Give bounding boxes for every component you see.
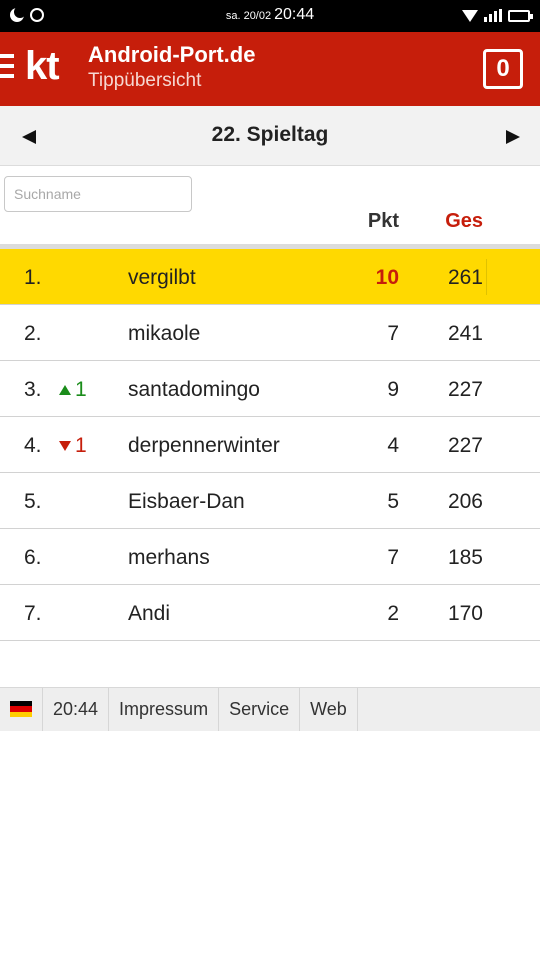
status-time: 20:44 [274, 6, 315, 23]
status-icons-right [462, 9, 533, 22]
rank-cell: 5. [24, 490, 42, 513]
player-name[interactable]: Eisbaer-Dan [128, 490, 245, 514]
player-name[interactable]: mikaole [128, 322, 200, 346]
trend-indicator: 1 [59, 434, 87, 458]
arrow-down-icon [59, 441, 71, 451]
total-cell: 241 [447, 322, 483, 345]
logo: kt [25, 44, 60, 88]
total-cell: 206 [447, 490, 483, 513]
language-selector[interactable] [0, 688, 43, 731]
total-cell: 185 [447, 546, 483, 569]
points-cell: 10 [375, 266, 399, 289]
total-cell: 227 [447, 434, 483, 457]
column-header-points[interactable]: Pkt [368, 210, 399, 233]
total-cell: 261 [447, 266, 483, 289]
column-header-total[interactable]: Ges [445, 210, 483, 233]
round-navigation: 22. Spieltag [0, 106, 540, 166]
arrow-up-icon [59, 385, 71, 395]
next-round-icon[interactable] [506, 130, 520, 144]
total-cell: 170 [447, 602, 483, 625]
column-divider [486, 259, 487, 295]
footer-link-impressum[interactable]: Impressum [109, 688, 220, 731]
signal-icon [484, 9, 502, 22]
player-name[interactable]: santadomingo [128, 378, 260, 402]
germany-flag-icon [10, 701, 32, 717]
ranking-table: 1. vergilbt 10 261 2. mikaole 7 241 3. 1 santadomi… [0, 249, 540, 641]
table-row[interactable]: 1. vergilbt 10 261 [0, 249, 540, 305]
player-name[interactable]: vergilbt [128, 266, 196, 290]
table-row[interactable]: 4. 1 derpennerwinter 4 227 [0, 417, 540, 473]
points-cell: 7 [387, 546, 399, 569]
search-input[interactable] [4, 176, 192, 212]
player-name[interactable]: merhans [128, 546, 210, 570]
player-name[interactable]: derpennerwinter [128, 434, 280, 458]
page-subtitle: Tippübersicht [88, 70, 202, 91]
table-row[interactable]: 3. 1 santadomingo 9 227 [0, 361, 540, 417]
table-row[interactable]: 5. Eisbaer-Dan 5 206 [0, 473, 540, 529]
rank-cell: 2. [24, 322, 42, 345]
player-name[interactable]: Andi [128, 602, 170, 626]
trend-indicator: 1 [59, 378, 87, 402]
rank-cell: 7. [24, 602, 42, 625]
table-row[interactable]: 7. Andi 2 170 [0, 585, 540, 641]
points-cell: 2 [387, 602, 399, 625]
rank-cell: 3. [24, 378, 42, 401]
points-cell: 7 [387, 322, 399, 345]
table-row[interactable]: 6. merhans 7 185 [0, 529, 540, 585]
points-cell: 4 [387, 434, 399, 457]
rank-cell: 1. [24, 266, 42, 289]
trend-value: 1 [75, 378, 87, 401]
status-date: sa. 20/02 [225, 10, 272, 22]
battery-icon [508, 9, 533, 22]
points-cell: 5 [387, 490, 399, 513]
footer-bar: 20:44 Impressum Service Web [0, 687, 540, 731]
trend-value: 1 [75, 434, 87, 457]
footer-time: 20:44 [43, 688, 110, 731]
status-clock: sa. 20/02 20:44 [0, 6, 540, 24]
round-title: 22. Spieltag [211, 123, 329, 146]
footer-link-service[interactable]: Service [219, 688, 301, 731]
status-bar: sa. 20/02 20:44 [0, 0, 540, 32]
points-cell: 9 [387, 378, 399, 401]
page-title: Android-Port.de [88, 42, 256, 67]
rank-cell: 6. [24, 546, 42, 569]
rank-cell: 4. [24, 434, 42, 457]
total-cell: 227 [447, 378, 483, 401]
notification-badge[interactable]: 0 [483, 49, 523, 89]
footer-link-web[interactable]: Web [300, 688, 358, 731]
menu-icon[interactable] [0, 54, 14, 82]
wifi-icon [462, 9, 478, 22]
app-header: kt Android-Port.de Tippübersicht 0 [0, 32, 540, 106]
table-row[interactable]: 2. mikaole 7 241 [0, 305, 540, 361]
